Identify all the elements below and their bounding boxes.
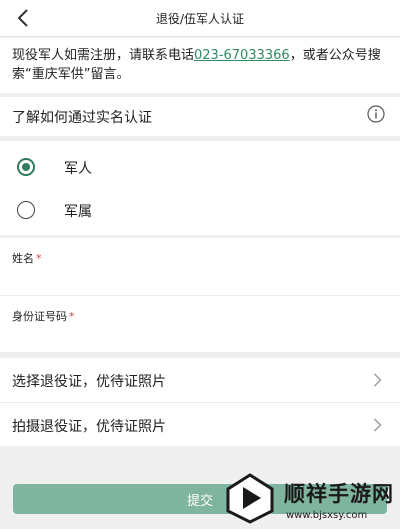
page-title: 退役/伍军人认证: [155, 12, 245, 26]
watermark-url: www.bjsxsy.com: [286, 510, 368, 521]
upload-select-label: 选择退役证，优待证照片: [12, 374, 166, 390]
identity-radio-group: 军人 军属: [0, 141, 400, 235]
radio-unchecked-icon[interactable]: [17, 201, 35, 219]
name-label-text: 姓名: [12, 252, 34, 265]
radio-checked-icon[interactable]: [17, 158, 35, 176]
chevron-right-icon: [374, 373, 382, 387]
radio-label-family: 军属: [64, 204, 92, 220]
form-section: 姓名 * 身份证号码 *: [0, 238, 400, 352]
nav-bar: 退役/伍军人认证: [0, 0, 400, 37]
id-label: 身份证号码 *: [12, 308, 75, 324]
upload-select-row[interactable]: 选择退役证，优待证照片: [0, 358, 400, 402]
upload-section: 选择退役证，优待证照片 拍摄退役证，优待证照片: [0, 358, 400, 446]
field-divider: [0, 295, 400, 296]
watermark: 顺祥手游网 www.bjsxsy.com: [224, 470, 400, 529]
name-label: 姓名 *: [12, 250, 42, 266]
required-mark: *: [36, 252, 42, 265]
upload-capture-row[interactable]: 拍摄退役证，优待证照片: [0, 403, 400, 447]
radio-label-soldier: 军人: [64, 161, 92, 177]
required-mark: *: [69, 310, 75, 323]
notice-text: 现役军人如需注册，请联系电话023-67033366，或者公众号搜索“重庆军供”…: [0, 38, 400, 93]
upload-capture-label: 拍摄退役证，优待证照片: [12, 419, 166, 435]
id-number-input[interactable]: [12, 326, 388, 346]
howto-row[interactable]: 了解如何通过实名认证: [0, 97, 400, 136]
radio-option-soldier[interactable]: 军人: [0, 146, 400, 188]
name-input[interactable]: [12, 268, 388, 288]
chevron-right-icon: [374, 418, 382, 432]
watermark-text: 顺祥手游网: [284, 482, 394, 506]
radio-option-family[interactable]: 军属: [0, 188, 400, 230]
notice-text-before: 现役军人如需注册，请联系电话: [12, 48, 195, 63]
info-icon[interactable]: [367, 105, 385, 123]
phone-link[interactable]: 023-67033366: [194, 48, 290, 63]
watermark-logo-icon: [226, 473, 274, 524]
id-label-text: 身份证号码: [12, 310, 67, 323]
howto-label: 了解如何通过实名认证: [12, 110, 152, 126]
